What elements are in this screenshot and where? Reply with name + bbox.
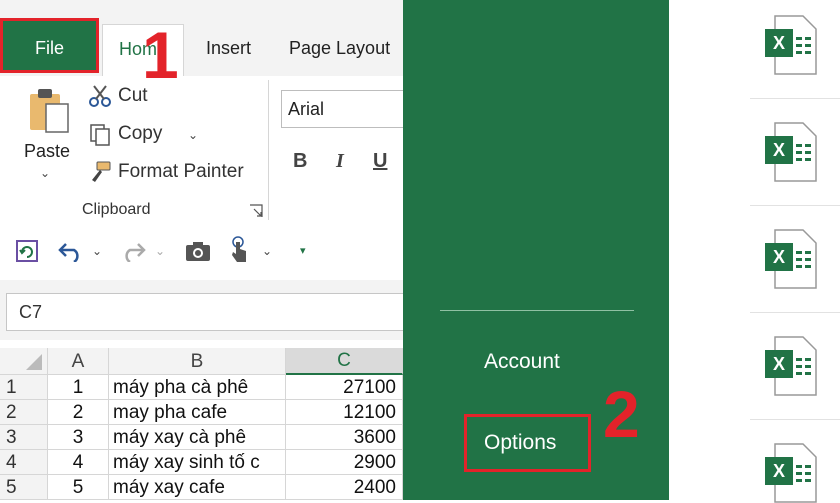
cell[interactable]: 4 [48, 450, 109, 475]
row-header[interactable]: 3 [0, 425, 48, 450]
cell[interactable]: 12100 [286, 400, 403, 425]
row-header[interactable]: 5 [0, 475, 48, 500]
camera-icon[interactable] [185, 240, 211, 262]
redo-dropdown-icon[interactable]: ⌄ [155, 244, 165, 258]
touch-mode-dropdown-icon[interactable]: ⌄ [262, 244, 272, 258]
excel-file-icon[interactable]: X [765, 229, 817, 289]
cell[interactable]: máy xay cà phê [109, 425, 286, 450]
cut-icon [89, 85, 111, 107]
tab-page-layout[interactable]: Page Layout [289, 24, 390, 72]
step-1-annotation: 1 [142, 18, 179, 92]
recent-divider [750, 98, 840, 99]
cell[interactable]: 2400 [286, 475, 403, 500]
backstage-divider [440, 310, 634, 311]
excel-window: File Home Insert Page Layout Paste ⌄ Cut… [0, 0, 403, 500]
paste-button[interactable]: Paste [24, 141, 70, 162]
row-header[interactable]: 2 [0, 400, 48, 425]
underline-button[interactable]: U [373, 150, 387, 173]
cell[interactable]: 3600 [286, 425, 403, 450]
excel-file-icon[interactable]: X [765, 336, 817, 396]
backstage-options[interactable]: Options [464, 414, 591, 472]
select-all-triangle-icon [26, 354, 42, 370]
tab-file[interactable]: File [0, 18, 99, 73]
copy-icon [90, 124, 110, 146]
column-header-a[interactable]: A [48, 348, 109, 375]
row-header[interactable]: 1 [0, 375, 48, 400]
recent-divider [750, 312, 840, 313]
column-header-b[interactable]: B [109, 348, 286, 375]
svg-text:X: X [773, 354, 785, 374]
cell[interactable]: 3 [48, 425, 109, 450]
italic-button[interactable]: I [336, 150, 344, 173]
step-2-annotation: 2 [603, 377, 640, 451]
svg-text:X: X [773, 247, 785, 267]
clipboard-group-label: Clipboard [82, 201, 151, 218]
bold-button[interactable]: B [293, 150, 307, 173]
column-header-c[interactable]: C [286, 348, 403, 375]
backstage-account[interactable]: Account [484, 350, 560, 374]
copy-dropdown-icon[interactable]: ⌄ [188, 128, 198, 142]
copy-button[interactable]: Copy [118, 123, 162, 145]
svg-text:X: X [773, 33, 785, 53]
tab-insert[interactable]: Insert [206, 24, 251, 72]
redo-icon[interactable] [120, 240, 146, 262]
cell[interactable]: máy xay sinh tố c [109, 450, 286, 475]
customize-qat-icon[interactable]: ▾ [300, 244, 306, 257]
ribbon-group-divider [268, 80, 269, 220]
cell[interactable]: 5 [48, 475, 109, 500]
row-header[interactable]: 4 [0, 450, 48, 475]
format-painter-icon [92, 161, 111, 182]
paste-icon[interactable] [28, 86, 70, 134]
cell[interactable]: 1 [48, 375, 109, 400]
autosave-icon[interactable] [14, 238, 40, 264]
touch-mode-icon[interactable] [228, 236, 252, 264]
cell[interactable]: máy pha cà phê [109, 375, 286, 400]
dialog-launcher-icon[interactable] [249, 204, 263, 218]
cell[interactable]: 27100 [286, 375, 403, 400]
cell[interactable]: máy xay cafe [109, 475, 286, 500]
recent-divider [750, 205, 840, 206]
paste-dropdown-icon[interactable]: ⌄ [40, 166, 50, 180]
name-box[interactable]: C7 [6, 293, 403, 331]
undo-dropdown-icon[interactable]: ⌄ [92, 244, 102, 258]
undo-icon[interactable] [58, 240, 84, 262]
cell[interactable]: 2900 [286, 450, 403, 475]
recent-divider [750, 419, 840, 420]
cell[interactable]: 2 [48, 400, 109, 425]
svg-text:X: X [773, 461, 785, 481]
select-all-corner[interactable] [0, 348, 48, 375]
font-name-box[interactable]: Arial [281, 90, 403, 128]
excel-file-icon[interactable]: X [765, 122, 817, 182]
cell[interactable]: may pha cafe [109, 400, 286, 425]
format-painter-button[interactable]: Format Painter [118, 161, 244, 183]
quick-access-toolbar: ⌄ ⌄ ⌄ ▾ [0, 224, 403, 280]
excel-file-icon[interactable]: X [765, 443, 817, 503]
excel-file-icon[interactable]: X [765, 15, 817, 75]
svg-text:X: X [773, 140, 785, 160]
